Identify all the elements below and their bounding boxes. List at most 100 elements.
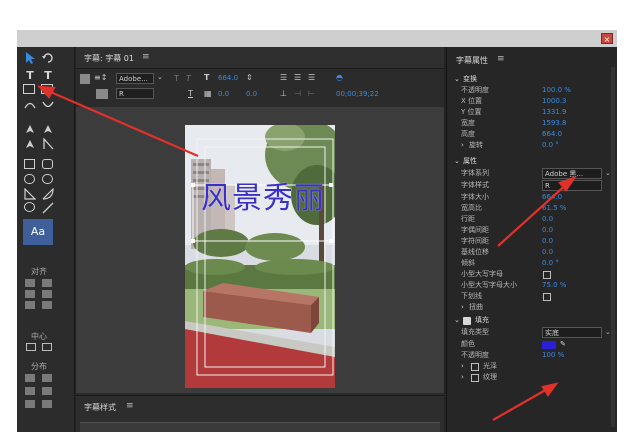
timecode-value[interactable]: 00;00;39;22 [336,90,379,98]
font-family-chevron-icon[interactable]: ⌄ [157,73,163,81]
align-right-text-icon[interactable]: ☰ [308,73,315,82]
area-type-tool-icon[interactable] [23,84,35,94]
show-background-icon[interactable]: ◓ [336,73,343,82]
transform-section[interactable]: ⌄ 变换 [447,74,617,85]
font-size-prop-value[interactable]: 664.0 [542,192,562,203]
rotation-value[interactable]: 0.0 ° [542,140,559,151]
sheen-row[interactable]: › 光泽 [447,361,617,372]
tab-stops-icon[interactable]: ⊥ [280,89,287,98]
tab-left-icon[interactable]: ⊣ [294,89,301,98]
close-button[interactable]: × [601,33,613,44]
leading-value[interactable]: 0.0 [246,90,257,98]
distribute-bottom-icon[interactable] [42,400,52,408]
vertical-area-type-tool-icon[interactable] [41,84,53,94]
style-thumbnails-row[interactable] [80,422,440,432]
bold-icon[interactable]: T [174,74,179,83]
font-style-dropdown[interactable]: R [116,88,154,99]
width-value[interactable]: 1593.8 [542,118,567,129]
title-canvas[interactable]: 风景秀丽 [76,107,444,393]
rounded-corner-tool-icon[interactable] [42,174,53,184]
convert-anchor-tool-icon[interactable] [41,137,55,151]
style-swatch[interactable]: Aa [23,219,53,245]
rotation-label: 旋转 [469,141,483,149]
distribute-right-icon[interactable] [25,387,35,395]
font-size-icon: T [204,73,210,82]
font-style-select[interactable]: R [542,180,602,191]
title-panel-menu-icon[interactable]: ≡ [142,52,150,62]
selection-tool-icon[interactable] [23,52,37,65]
align-center-icon[interactable] [42,279,52,287]
align-left-icon[interactable] [25,279,35,287]
rectangle-tool-icon[interactable] [24,159,35,169]
rotation-tool-icon[interactable] [41,52,55,65]
line-tool-icon[interactable] [41,202,55,215]
fill-type-chevron-icon[interactable]: ⌄ [605,327,611,338]
rotation-row[interactable]: › 旋转 0.0 ° [447,140,617,151]
aspect-value[interactable]: 61.5 % [542,203,566,214]
opacity-value[interactable]: 100.0 % [542,85,571,96]
properties-scrollbar[interactable] [611,67,615,427]
center-horizontal-icon[interactable] [26,343,36,351]
vertical-path-type-tool-icon[interactable] [41,99,55,112]
wedge-tool-icon[interactable] [23,187,37,201]
center-vertical-icon[interactable] [42,343,52,351]
font-family-select-chevron-icon[interactable]: ⌄ [605,168,611,179]
y-position-value[interactable]: 1331.9 [542,107,567,118]
path-type-tool-icon[interactable] [23,99,37,112]
fill-opacity-value[interactable]: 100 % [542,350,564,361]
kerning-value[interactable]: 0.0 [218,90,229,98]
tracking-value[interactable]: 0.0 [542,236,553,247]
fill-type-select[interactable]: 实底 [542,327,602,338]
arc-tool-icon[interactable] [41,187,55,201]
align-left-text-icon[interactable]: ☰ [280,73,287,82]
eyedropper-icon[interactable]: ✎ [560,339,566,350]
align-right-icon[interactable] [25,290,35,298]
height-value[interactable]: 664.0 [542,129,562,140]
title-styles-menu-icon[interactable]: ≡ [126,401,134,411]
distribute-center-icon[interactable] [42,374,52,382]
roll-crawl-icon[interactable]: ≡↕ [94,73,107,82]
tab-right-icon[interactable]: ⊢ [308,89,315,98]
vertical-type-tool-icon[interactable]: T [41,69,55,82]
italic-icon[interactable]: T [186,74,191,83]
font-family-dropdown[interactable]: Adobe... [116,73,154,84]
fill-color-swatch[interactable] [542,341,556,349]
texture-checkbox[interactable] [471,374,479,382]
template-icon[interactable] [96,89,108,99]
distribute-middle-icon[interactable] [25,400,35,408]
fill-section[interactable]: ⌄ 填充 [447,315,617,326]
rotation-chevron-icon: › [461,141,464,149]
properties-section[interactable]: ⌄ 属性 [447,156,617,167]
small-caps-size-value[interactable]: 75.0 % [542,280,566,291]
fill-checkbox[interactable] [463,317,471,325]
leading-prop-value[interactable]: 0.0 [542,214,553,225]
type-tool-icon[interactable]: T [23,69,37,82]
distribute-top-icon[interactable] [42,387,52,395]
add-anchor-tool-icon[interactable] [23,138,37,151]
slant-value[interactable]: 0.0 ° [542,258,559,269]
delete-anchor-tool-icon[interactable] [41,123,55,136]
align-top-icon[interactable] [42,290,52,298]
font-family-select[interactable]: Adobe 黑... [542,168,602,179]
rounded-rectangle-tool-icon[interactable] [42,159,53,169]
sheen-checkbox[interactable] [471,363,479,371]
kerning-prop-value[interactable]: 0.0 [542,225,553,236]
texture-row[interactable]: › 纹理 [447,372,617,383]
small-caps-checkbox[interactable] [543,271,551,279]
properties-menu-icon[interactable]: ≡ [497,54,505,64]
align-middle-icon[interactable] [25,301,35,309]
distort-row[interactable]: › 扭曲 [447,302,617,313]
ellipse-tool-icon[interactable] [24,202,35,212]
baseline-value[interactable]: 0.0 [542,247,553,258]
distribute-left-icon[interactable] [25,374,35,382]
pen-tool-icon[interactable] [23,123,37,136]
clipped-rectangle-tool-icon[interactable] [24,174,35,184]
underline-checkbox[interactable] [543,293,551,301]
align-bottom-icon[interactable] [42,301,52,309]
subtitle-text[interactable]: 风景秀丽 [201,173,325,217]
new-title-icon[interactable] [80,74,90,84]
font-size-value[interactable]: 664.0 [218,74,238,82]
x-position-value[interactable]: 1000.3 [542,96,567,107]
underline-icon[interactable]: T [188,89,193,98]
align-center-text-icon[interactable]: ☰ [294,73,301,82]
